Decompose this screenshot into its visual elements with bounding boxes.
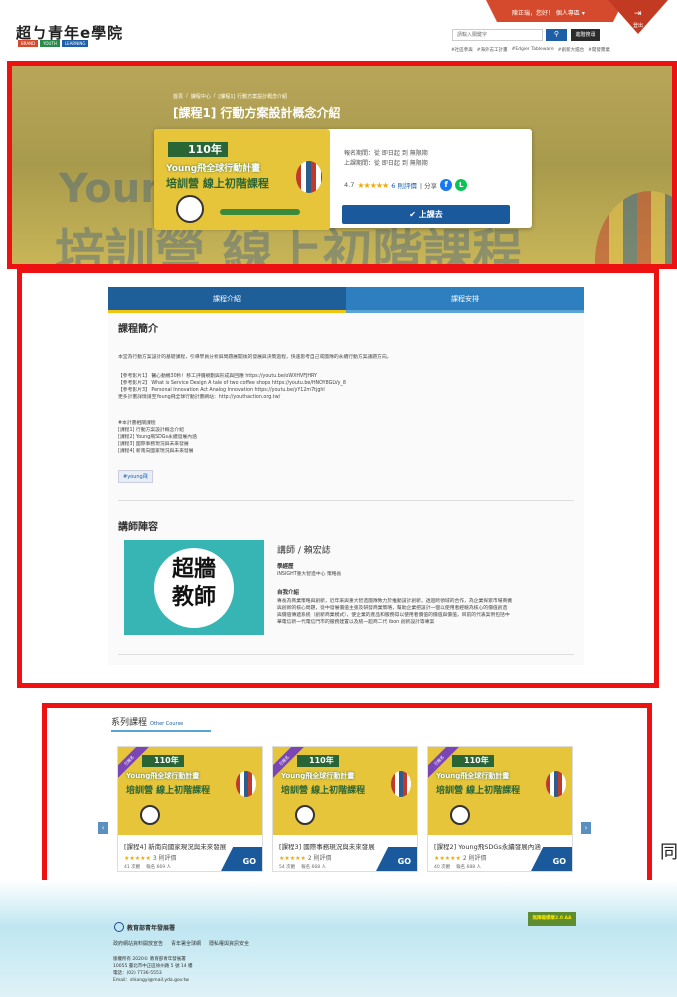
hot-tag-link[interactable]: #開發實業 [588,47,610,53]
hot-tags: #社區參與 #海外志工計畫 #Edgier Tableware #創新大擂台 #… [451,47,610,53]
search-button[interactable]: ⚲ [546,29,567,41]
footer-info-line: 版權所有 2020© 教育部青年發展署 [113,957,186,962]
highlight-box-content [17,268,659,688]
footer-link[interactable]: 政府網站資料開放宣告 [113,940,163,947]
hot-tag-link[interactable]: #Edgier Tableware [512,47,554,53]
accessibility-badge[interactable]: 無障礙標章2.0 AA [528,912,576,926]
logo-tag: BRAND [18,40,39,47]
org-logo[interactable]: 教育部青年發展署 [114,922,175,932]
footer-link[interactable]: 隱私權與資訊安全 [209,940,249,947]
logout-icon[interactable]: ⇥ [634,9,642,19]
hot-tag-link[interactable]: #創新大擂台 [558,47,584,53]
advanced-search-button[interactable]: 進階搜尋 [571,29,600,41]
hot-tag-link[interactable]: #海外志工計畫 [477,47,508,53]
user-menu[interactable]: 陳正瑞，您好！ 個人專區 ▾ [486,0,624,22]
site-header: 超ㄅ青年e學院 BRAND YOUTH LEARNING 陳正瑞，您好！ 個人專… [0,0,677,62]
footer-links: 政府網站資料開放宣告 青年署全球網 隱私權與資訊安全 [113,940,249,947]
logo-tagline: BRAND YOUTH LEARNING [18,40,89,47]
footer-link[interactable]: 青年署全球網 [171,940,201,947]
search-icon[interactable]: ⚲ [554,31,559,38]
footer-info-line: 10055 臺北市中正區徐州路 5 號 14 樓 [113,964,193,969]
emblem-icon [114,922,124,932]
footer-info-line: 電話：(02) 7736-5553 [113,971,162,976]
logo-tag: YOUTH [40,40,60,47]
logo-tag: LEARNING [61,40,89,47]
hot-tag-link[interactable]: #社區參與 [451,47,473,53]
footer-info-line[interactable]: Email：shiangyi@mail.yda.gov.tw [113,977,189,983]
side-glyph: 同 [660,842,677,863]
highlight-box-hero [7,61,677,269]
org-name[interactable]: 教育部青年發展署 [127,923,175,932]
search-input[interactable] [452,29,543,41]
logout-label[interactable]: 登出 [633,22,643,29]
user-greeting[interactable]: 陳正瑞，您好！ 個人專區 ▾ [512,8,585,17]
